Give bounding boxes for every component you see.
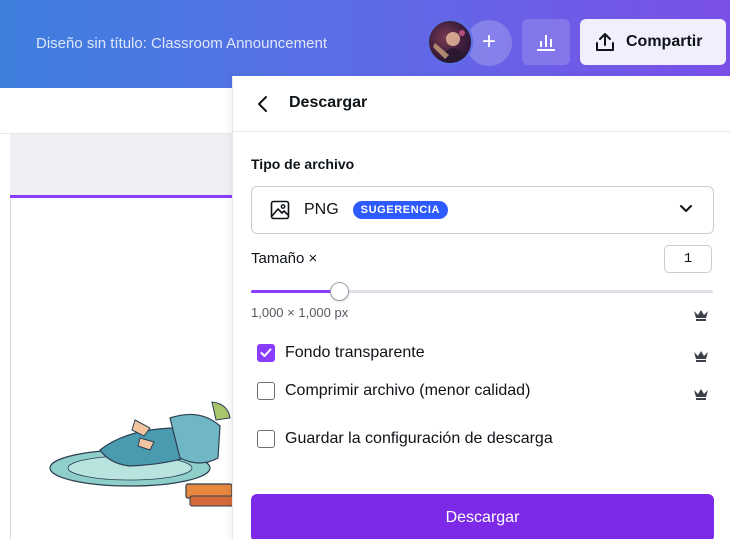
- panel-header: Descargar: [233, 76, 730, 132]
- compress-file-label: Comprimir archivo (menor calidad): [285, 382, 531, 399]
- bar-chart-icon: [537, 35, 555, 51]
- file-type-value: PNG: [304, 201, 339, 218]
- suggestion-badge: SUGERENCIA: [352, 201, 449, 219]
- crown-icon: [694, 351, 708, 362]
- image-icon: [270, 200, 290, 220]
- save-download-settings-label: Guardar la configuración de descarga: [285, 430, 553, 447]
- back-button[interactable]: [251, 92, 273, 116]
- download-button[interactable]: Descargar: [251, 494, 714, 539]
- size-slider-fill: [251, 290, 340, 293]
- share-button[interactable]: Compartir: [580, 19, 726, 65]
- transparent-background-checkbox[interactable]: [257, 344, 275, 362]
- canvas-edge: [10, 198, 11, 539]
- transparent-background-label: Fondo transparente: [285, 344, 425, 361]
- crown-icon: [694, 389, 708, 400]
- dimensions-text: 1,000 × 1,000 px: [251, 305, 349, 320]
- compress-file-checkbox[interactable]: [257, 382, 275, 400]
- crown-icon: [694, 310, 708, 321]
- insights-button[interactable]: [522, 19, 570, 65]
- file-type-label: Tipo de archivo: [251, 156, 355, 172]
- upload-icon: [596, 33, 614, 51]
- checkmark-icon: [260, 348, 272, 357]
- save-download-settings-checkbox[interactable]: [257, 430, 275, 448]
- panel-title: Descargar: [289, 94, 368, 111]
- chevron-down-icon: [680, 205, 692, 212]
- save-download-settings-option[interactable]: Guardar la configuración de descarga: [257, 430, 553, 448]
- page-strip[interactable]: [10, 134, 232, 198]
- download-panel: Descargar Tipo de archivo PNG SUGERENCIA…: [232, 76, 730, 539]
- size-label: Tamaño ×: [251, 250, 318, 267]
- editor-topbar: Diseño sin título: Classroom Announcemen…: [0, 0, 730, 88]
- transparent-background-option[interactable]: Fondo transparente: [257, 344, 425, 362]
- size-input[interactable]: 1: [664, 245, 712, 273]
- chevron-left-icon: [258, 96, 267, 112]
- share-label: Compartir: [626, 33, 703, 50]
- avatar[interactable]: [427, 19, 473, 65]
- canvas-illustration[interactable]: [40, 398, 240, 518]
- document-title[interactable]: Diseño sin título: Classroom Announcemen…: [36, 35, 327, 52]
- size-slider-thumb[interactable]: [330, 282, 349, 301]
- file-type-dropdown[interactable]: PNG SUGERENCIA: [251, 186, 714, 234]
- compress-file-option[interactable]: Comprimir archivo (menor calidad): [257, 382, 530, 400]
- editor-toolbar: [0, 88, 232, 134]
